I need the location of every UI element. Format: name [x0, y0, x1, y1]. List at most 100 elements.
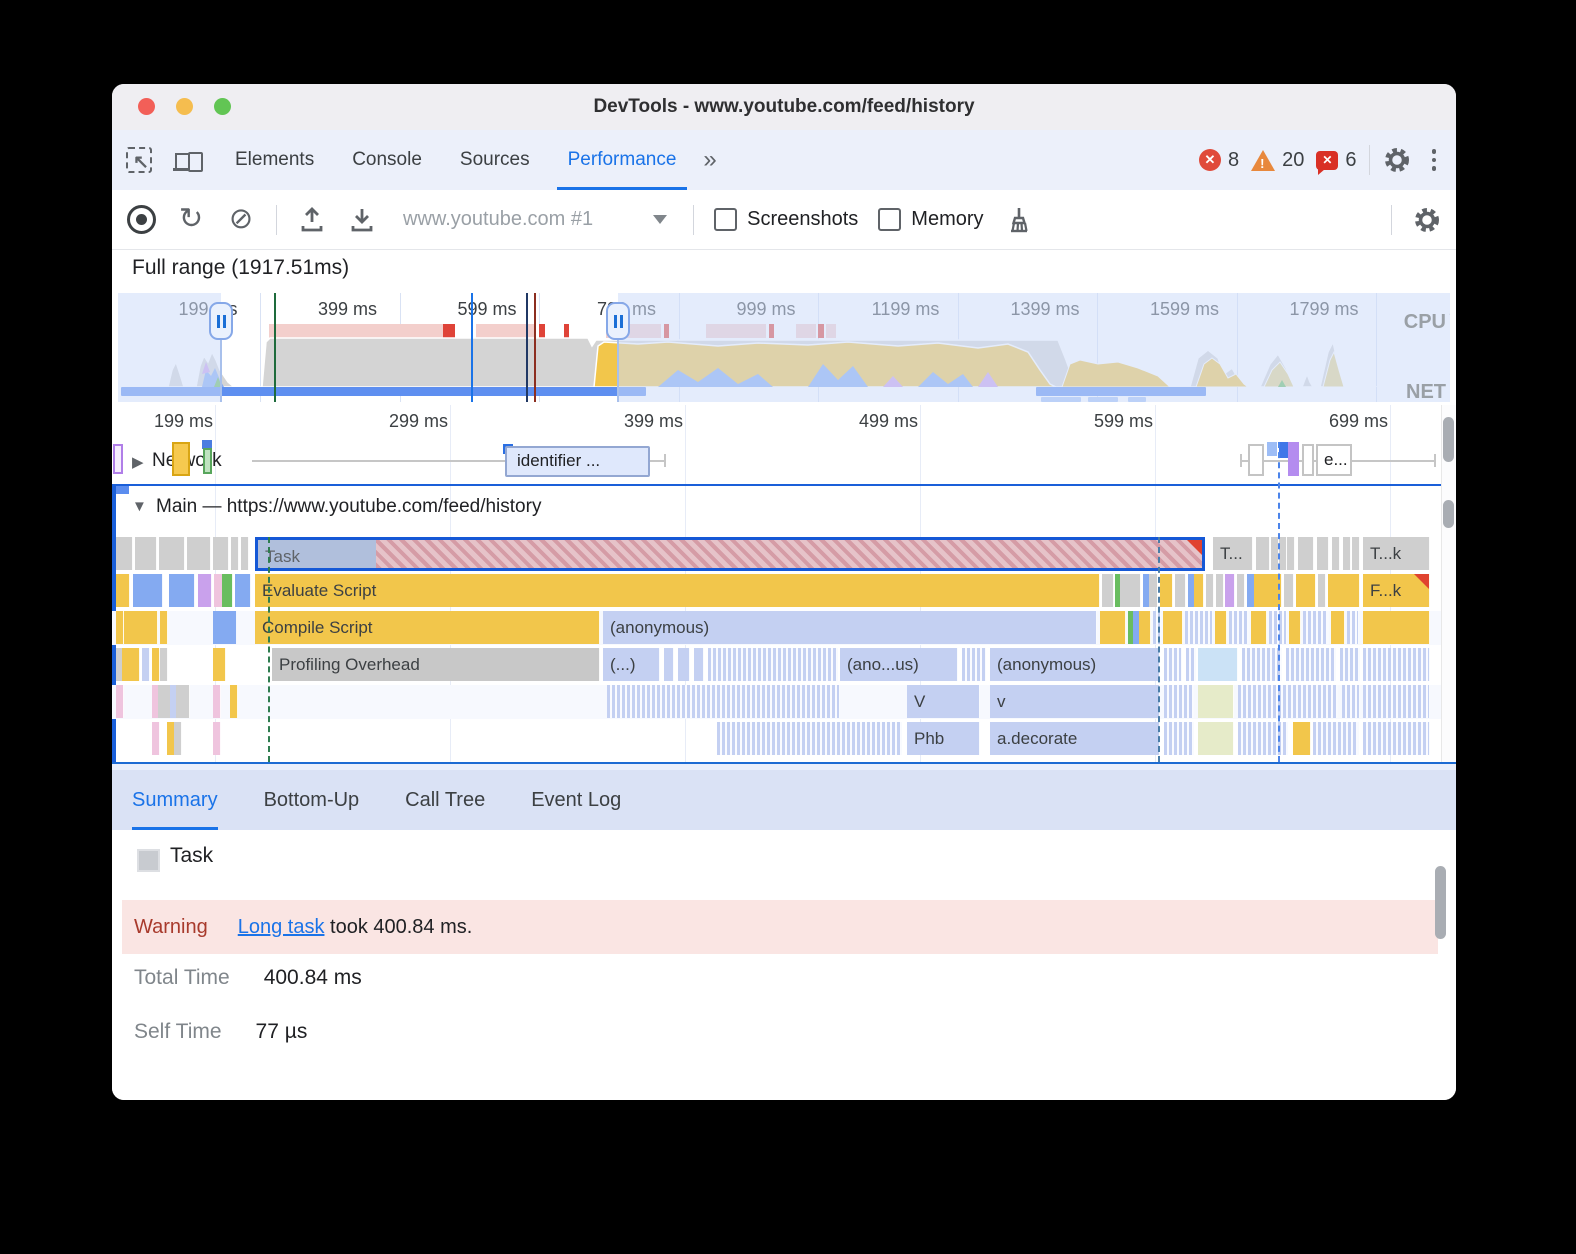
flame-segment[interactable]: (...)	[603, 648, 660, 681]
flame-segment[interactable]	[198, 574, 212, 607]
flame-segment[interactable]	[1229, 611, 1249, 644]
flame-segment[interactable]	[1331, 611, 1345, 644]
flame-segment[interactable]	[1185, 611, 1213, 644]
network-track[interactable]: ▶ Network identifier ... e...	[112, 442, 1441, 484]
tab-summary[interactable]: Summary	[132, 770, 242, 830]
save-profile-icon[interactable]	[347, 205, 377, 235]
flame-segment[interactable]: (anonymous)	[990, 648, 1160, 681]
tab-event-log[interactable]: Event Log	[531, 770, 645, 830]
network-request[interactable]	[113, 444, 123, 474]
flame-segment[interactable]	[132, 648, 140, 681]
flame-segment[interactable]	[1216, 574, 1224, 607]
flame-segment[interactable]	[1164, 685, 1194, 718]
screenshots-checkbox[interactable]	[714, 208, 737, 231]
flame-segment[interactable]	[230, 685, 238, 718]
flame-segment[interactable]	[1242, 648, 1282, 681]
flame-segment[interactable]	[160, 611, 168, 644]
flame-segment[interactable]	[1175, 574, 1186, 607]
flame-segment[interactable]	[222, 574, 233, 607]
flame-segment[interactable]	[1303, 611, 1329, 644]
flame-segment[interactable]	[1363, 648, 1430, 681]
flame-segment[interactable]	[152, 722, 160, 755]
network-request-identifier[interactable]: identifier ...	[505, 446, 650, 477]
flame-segment[interactable]	[1163, 611, 1183, 644]
flame-segment[interactable]: Compile Script	[255, 611, 600, 644]
flame-segment[interactable]	[1149, 574, 1158, 607]
flame-segment[interactable]	[1313, 722, 1359, 755]
network-request[interactable]	[1288, 442, 1299, 476]
flame-segment[interactable]	[116, 574, 130, 607]
flame-segment[interactable]	[1305, 537, 1314, 570]
profile-select[interactable]: www.youtube.com #1	[397, 208, 673, 231]
flame-segment[interactable]	[1225, 574, 1235, 607]
tab-sources[interactable]: Sources	[441, 130, 549, 190]
flame-segment[interactable]	[160, 648, 168, 681]
flame-segment[interactable]	[1160, 574, 1173, 607]
record-and-reload-icon[interactable]: ↻	[176, 205, 206, 235]
flame-segment[interactable]	[1352, 537, 1360, 570]
flame-segment[interactable]: (anonymous)	[603, 611, 1097, 644]
main-track-top-border[interactable]	[112, 484, 1441, 486]
range-handle-left[interactable]	[209, 302, 233, 340]
tab-elements[interactable]: Elements	[216, 130, 333, 190]
network-request[interactable]	[203, 448, 212, 474]
flame-segment[interactable]: a.decorate	[990, 722, 1160, 755]
tab-bottom-up[interactable]: Bottom-Up	[264, 770, 384, 830]
flame-segment[interactable]: Profiling Overhead	[272, 648, 600, 681]
flame-segment[interactable]	[1287, 537, 1295, 570]
flame-segment[interactable]: (ano...us)	[840, 648, 958, 681]
flame-segment[interactable]	[1342, 685, 1360, 718]
flame-segment[interactable]	[218, 648, 226, 681]
flame-segment[interactable]: V	[907, 685, 980, 718]
flame-segment[interactable]	[1347, 611, 1359, 644]
flame-segment[interactable]	[1164, 648, 1182, 681]
network-request[interactable]	[1302, 444, 1314, 476]
flame-segment[interactable]	[174, 722, 182, 755]
flame-segment[interactable]	[607, 685, 840, 718]
flame-segment[interactable]	[213, 537, 229, 570]
network-collapse-icon[interactable]: ▶	[132, 453, 144, 471]
flame-segment[interactable]	[1198, 722, 1234, 755]
flame-segment[interactable]	[1286, 648, 1336, 681]
flame-segment[interactable]	[1293, 722, 1311, 755]
device-toolbar-icon[interactable]	[172, 145, 202, 175]
flame-segment[interactable]	[182, 685, 190, 718]
flame-segment[interactable]	[187, 537, 211, 570]
flame-segment[interactable]	[1296, 574, 1316, 607]
tab-console[interactable]: Console	[333, 130, 441, 190]
flame-segment[interactable]	[1215, 611, 1227, 644]
flame-segment[interactable]	[159, 537, 185, 570]
flame-segment[interactable]	[152, 648, 160, 681]
flame-segment[interactable]	[213, 722, 221, 755]
flame-segment[interactable]	[1332, 537, 1340, 570]
console-errors-badge[interactable]: ✕ 8	[1199, 149, 1239, 172]
flame-segment[interactable]	[1198, 685, 1234, 718]
inspect-element-icon[interactable]: ↖	[124, 145, 154, 175]
flame-segment[interactable]: F...k	[1363, 574, 1430, 607]
network-request[interactable]	[1267, 442, 1277, 456]
network-scrollbar-thumb[interactable]	[1443, 417, 1454, 462]
flame-segment[interactable]	[1363, 722, 1430, 755]
flame-segment[interactable]: Evaluate Script	[255, 574, 1100, 607]
summary-scrollbar-thumb[interactable]	[1435, 866, 1446, 939]
clear-recording-icon[interactable]: ⊘	[226, 205, 256, 235]
flame-segment[interactable]: Phb	[907, 722, 980, 755]
flame-segment[interactable]	[135, 537, 157, 570]
flame-segment[interactable]	[1262, 537, 1270, 570]
flame-segment[interactable]	[1279, 537, 1287, 570]
flame-segment[interactable]	[116, 685, 124, 718]
settings-gear-icon[interactable]	[1382, 145, 1412, 175]
flame-segment[interactable]	[1186, 648, 1196, 681]
flame-segment[interactable]	[1206, 574, 1214, 607]
capture-settings-gear-icon[interactable]	[1412, 205, 1442, 235]
memory-checkbox-group[interactable]: Memory	[878, 208, 983, 231]
flame-segment[interactable]	[241, 537, 249, 570]
flame-segment[interactable]	[1317, 537, 1329, 570]
memory-checkbox[interactable]	[878, 208, 901, 231]
flame-segment[interactable]	[213, 685, 221, 718]
flame-segment[interactable]	[1343, 537, 1351, 570]
flame-segment[interactable]	[243, 574, 251, 607]
flame-segment[interactable]	[1133, 574, 1141, 607]
flame-segment[interactable]	[133, 574, 163, 607]
flame-segment[interactable]	[1238, 685, 1338, 718]
